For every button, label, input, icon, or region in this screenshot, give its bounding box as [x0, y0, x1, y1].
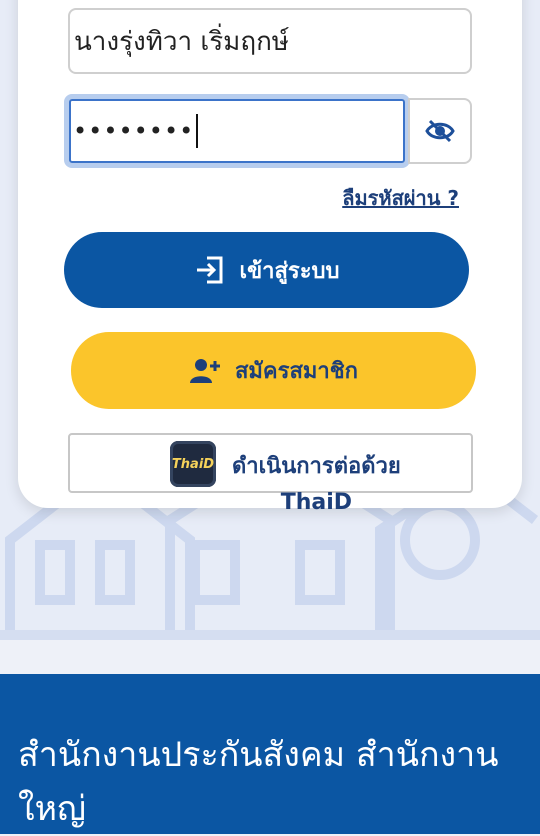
username-field[interactable]: นางรุ่งทิวา เริ่มฤกษ์: [68, 8, 472, 74]
text-caret: [196, 114, 199, 148]
password-value: ••••••••: [73, 117, 195, 145]
eye-slash-icon: [425, 119, 455, 143]
forgot-password-link[interactable]: ลืมรหัสผ่าน ?: [342, 182, 459, 214]
toggle-password-button[interactable]: [408, 98, 472, 164]
footer-title: สำนักงานประกันสังคม สำนักงานใหญ่: [18, 735, 499, 829]
login-button-label: เข้าสู่ระบบ: [239, 258, 340, 284]
thaid-logo: ThaiD: [170, 441, 216, 487]
sign-in-icon: [194, 254, 226, 286]
username-value: นางรุ่งทิวา เริ่มฤกษ์: [74, 26, 289, 57]
thaid-login-button[interactable]: ThaiD ดำเนินการต่อด้วย ThaiD: [68, 433, 473, 515]
password-group: ••••••••: [64, 94, 472, 168]
register-button[interactable]: สมัครสมาชิก: [71, 332, 476, 409]
footer: สำนักงานประกันสังคม สำนักงานใหญ่: [0, 674, 540, 834]
password-field[interactable]: ••••••••: [64, 94, 410, 168]
register-button-label: สมัครสมาชิก: [235, 359, 358, 384]
login-button[interactable]: เข้าสู่ระบบ: [64, 232, 469, 308]
thaid-button-label: ดำเนินการต่อด้วย ThaiD: [232, 454, 401, 515]
user-plus-icon: [189, 357, 221, 385]
